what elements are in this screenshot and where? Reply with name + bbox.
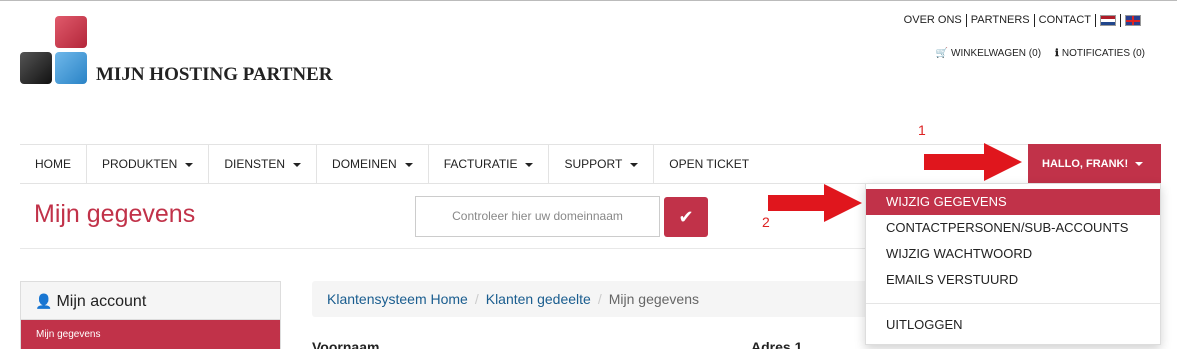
page-title: Mijn gegevens — [34, 200, 196, 228]
nl-flag-icon[interactable] — [1100, 15, 1116, 26]
nav-support-label: SUPPORT — [564, 157, 623, 171]
caret-down-icon — [185, 162, 194, 167]
info-icon: ℹ — [1055, 48, 1059, 59]
cart-label: WINKELWAGEN (0) — [951, 48, 1042, 59]
logo-black-square — [20, 52, 52, 84]
caret-down-icon — [1135, 162, 1144, 167]
nav-diensten-label: DIENSTEN — [224, 157, 286, 171]
nav-home-label: HOME — [35, 157, 71, 171]
menu-divider — [866, 303, 1160, 304]
link-partners[interactable]: PARTNERS — [967, 14, 1035, 27]
breadcrumb-divider: / — [597, 291, 602, 307]
domain-search-input[interactable]: Controleer hier uw domeinnaam — [415, 196, 660, 237]
nav-produkten-label: PRODUKTEN — [102, 157, 178, 171]
nav-diensten[interactable]: DIENSTEN — [209, 145, 318, 183]
domain-check-button[interactable]: ✔ — [664, 197, 708, 237]
caret-down-icon — [525, 162, 534, 167]
annotation-arrow-1 — [924, 143, 1022, 181]
caret-down-icon — [630, 162, 639, 167]
nav-home[interactable]: HOME — [20, 145, 87, 183]
sidebar-heading-label: Mijn account — [56, 293, 147, 310]
menu-item-wijzig-gegevens[interactable]: WIJZIG GEGEVENS — [866, 189, 1160, 215]
link-over-ons[interactable]: OVER ONS — [904, 14, 967, 27]
nav-facturatie[interactable]: FACTURATIE — [429, 145, 550, 183]
nav-open-ticket-label: OPEN TICKET — [669, 157, 750, 171]
link-contact[interactable]: CONTACT — [1035, 14, 1096, 27]
sidebar-item-mijn-gegevens[interactable]: Mijn gegevens — [21, 320, 280, 349]
annotation-arrow-2 — [768, 184, 862, 222]
nav-domeinen[interactable]: DOMEINEN — [317, 145, 429, 183]
divider — [20, 248, 920, 249]
user-icon: 👤 — [35, 293, 53, 309]
notifications-label: NOTIFICATIES (0) — [1061, 48, 1145, 59]
cart-link[interactable]: 🛒 WINKELWAGEN (0) — [936, 48, 1041, 59]
breadcrumb-klanten[interactable]: Klanten gedeelte — [486, 291, 591, 307]
nav-facturatie-label: FACTURATIE — [443, 157, 518, 171]
menu-item-emails-verstuurd[interactable]: EMAILS VERSTUURD — [866, 267, 1160, 293]
caret-down-icon — [404, 162, 413, 167]
notifications-link[interactable]: ℹ NOTIFICATIES (0) — [1055, 48, 1145, 59]
user-menu-button[interactable]: HALLO, FRANK! — [1028, 144, 1161, 184]
uk-flag-icon[interactable] — [1125, 15, 1141, 26]
logo[interactable]: MIJN HOSTING PARTNER — [20, 16, 360, 88]
cart-icon: 🛒 — [935, 48, 949, 59]
nav-open-ticket[interactable]: OPEN TICKET — [654, 145, 764, 183]
top-border — [0, 0, 1177, 3]
breadcrumb-divider: / — [474, 291, 479, 307]
sidebar-heading: 👤 Mijn account — [21, 282, 280, 320]
user-menu-label: HALLO, FRANK! — [1042, 158, 1129, 170]
brand-name: MIJN HOSTING PARTNER — [96, 64, 333, 85]
breadcrumb-current: Mijn gegevens — [608, 291, 699, 307]
address-label: Adres 1 — [751, 339, 803, 349]
nav-support[interactable]: SUPPORT — [549, 145, 655, 183]
menu-item-wijzig-wachtwoord[interactable]: WIJZIG WACHTWOORD — [866, 241, 1160, 267]
cart-row: 🛒 WINKELWAGEN (0) ℹ NOTIFICATIES (0) — [936, 48, 1145, 59]
separator — [1120, 14, 1121, 27]
check-icon: ✔ — [678, 207, 694, 227]
top-links: OVER ONS PARTNERS CONTACT — [904, 14, 1141, 27]
annotation-number-2: 2 — [762, 214, 770, 230]
caret-down-icon — [293, 162, 302, 167]
nav-domeinen-label: DOMEINEN — [332, 157, 397, 171]
logo-blue-square — [55, 52, 87, 84]
user-dropdown-menu: WIJZIG GEGEVENS CONTACTPERSONEN/SUB-ACCO… — [865, 183, 1161, 345]
breadcrumb: Klantensysteem Home / Klanten gedeelte / Mij… — [312, 281, 872, 317]
account-sidebar: 👤 Mijn account Mijn gegevens — [20, 281, 281, 349]
annotation-number-1: 1 — [918, 122, 926, 138]
breadcrumb-home[interactable]: Klantensysteem Home — [327, 291, 468, 307]
first-name-label: Voornaam — [312, 339, 380, 349]
logo-red-square — [55, 16, 87, 48]
menu-item-contactpersonen[interactable]: CONTACTPERSONEN/SUB-ACCOUNTS — [866, 215, 1160, 241]
menu-item-uitloggen[interactable]: UITLOGGEN — [866, 312, 1160, 338]
nav-produkten[interactable]: PRODUKTEN — [87, 145, 210, 183]
